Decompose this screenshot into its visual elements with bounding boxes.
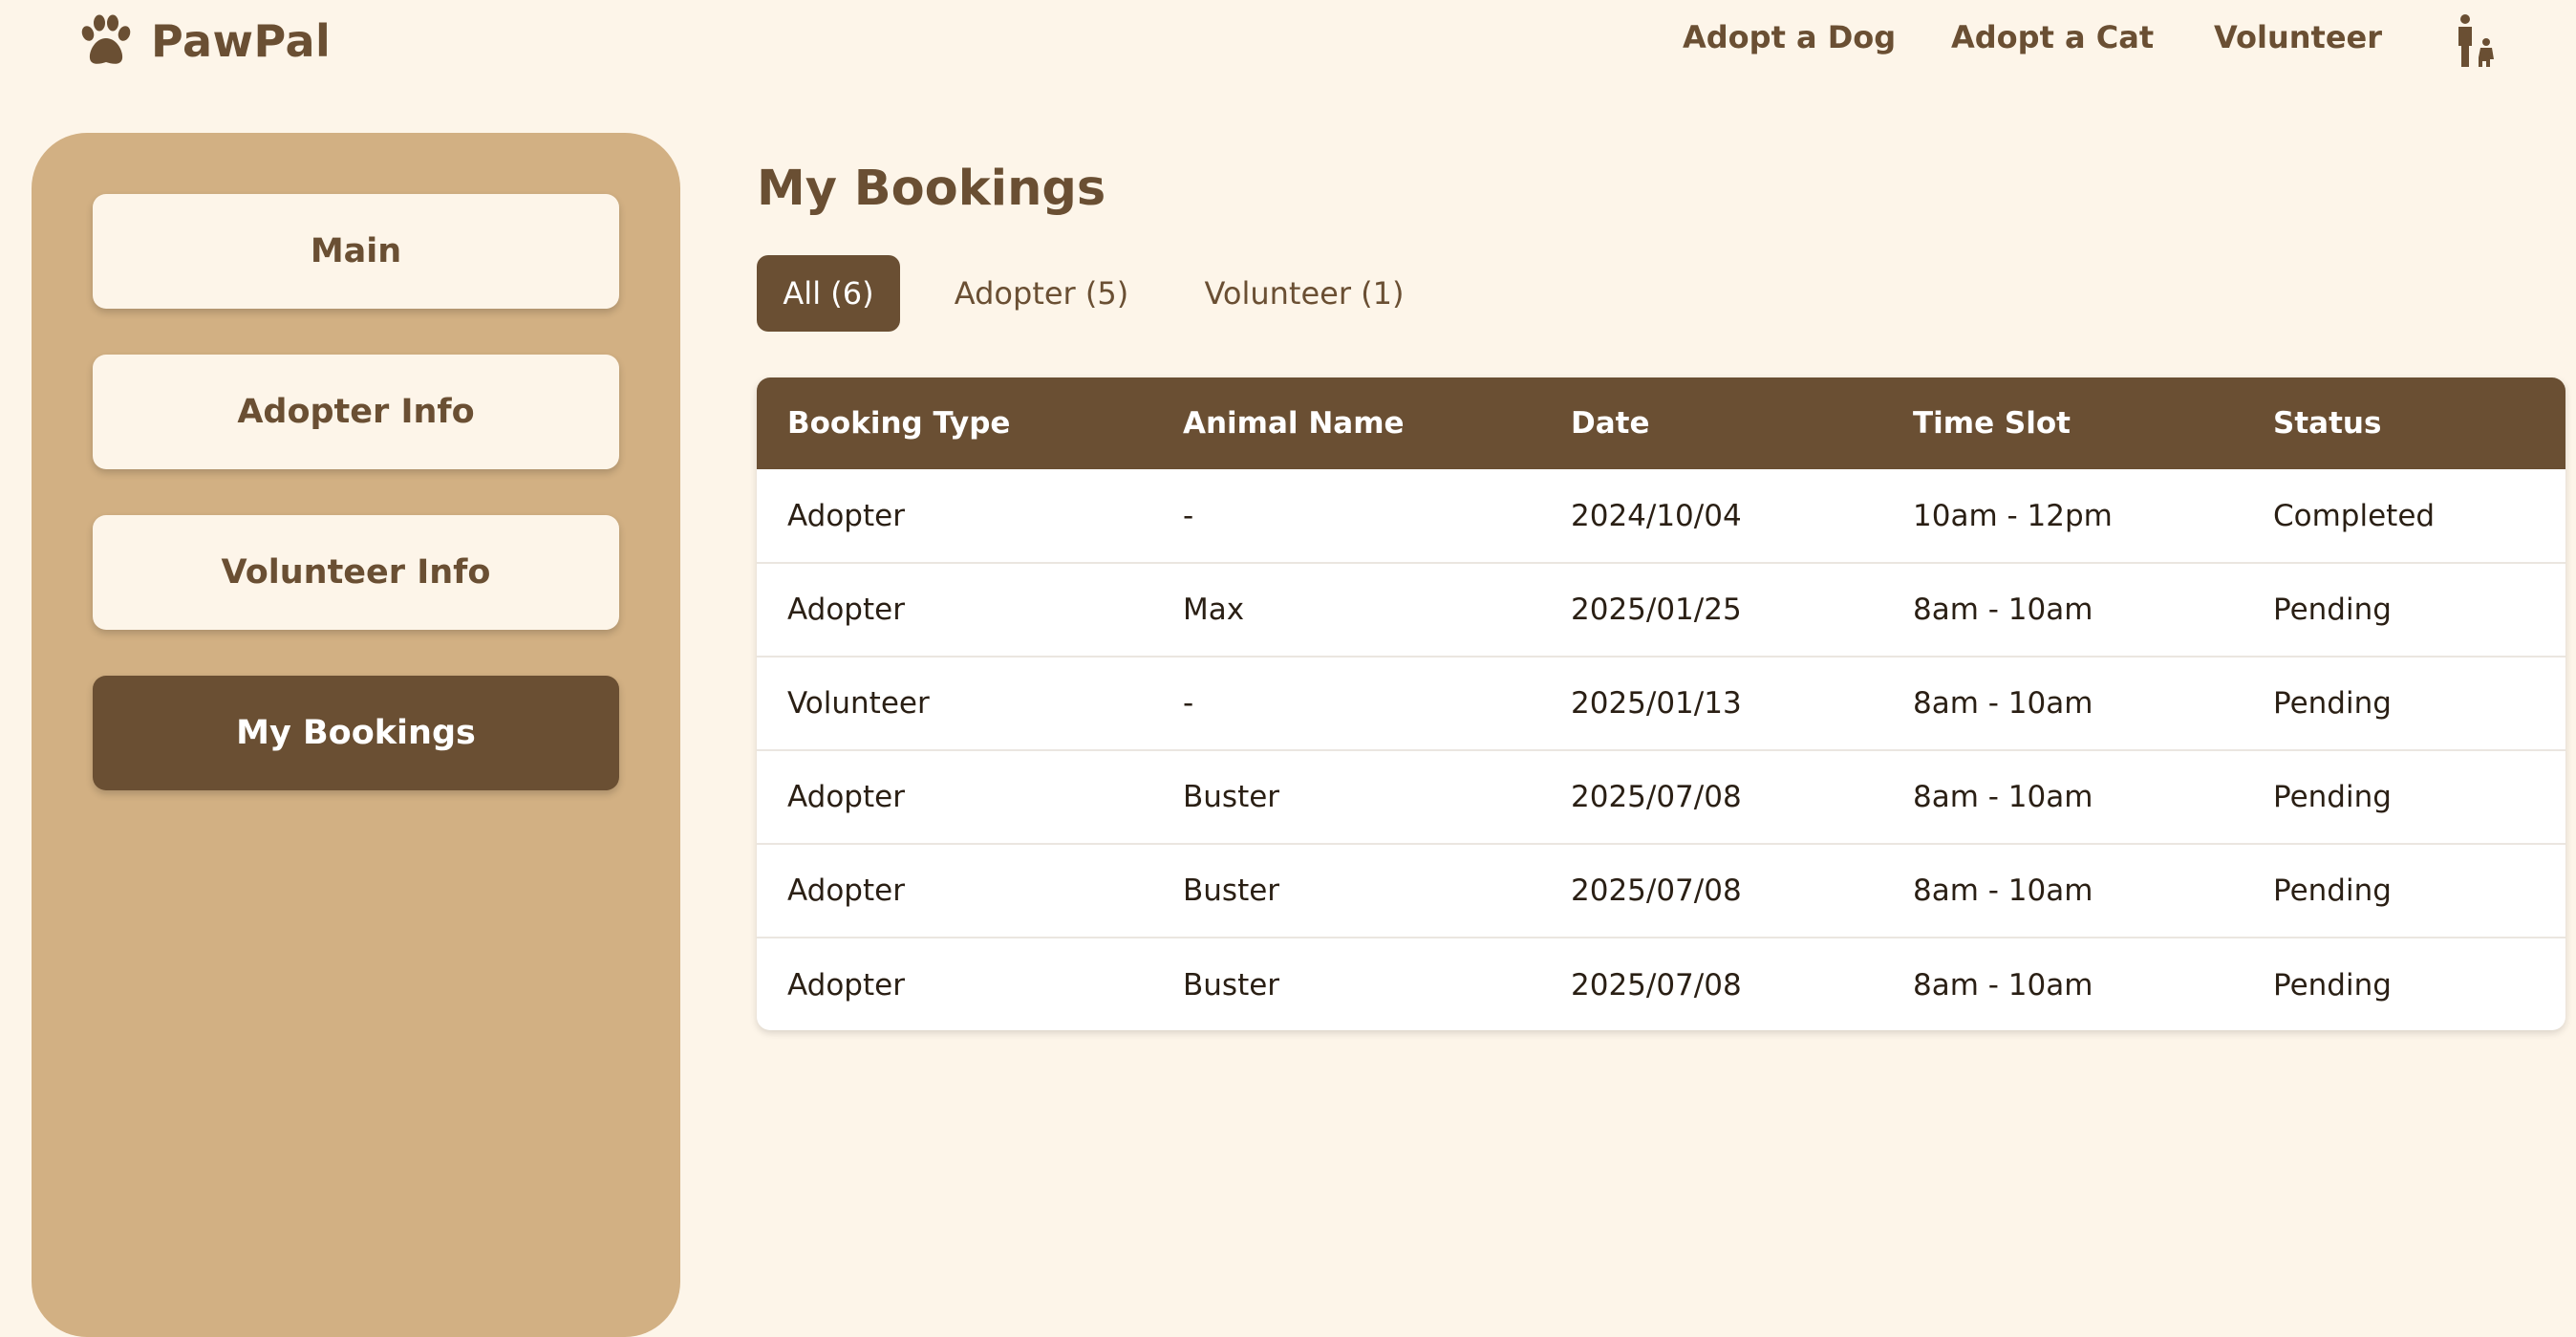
table-header-row: Booking Type Animal Name Date Time Slot … [757,377,2565,469]
cell-booking-type: Adopter [787,593,905,627]
cell-date: 2025/01/13 [1571,686,1742,721]
top-header: PawPal Adopt a Dog Adopt a Cat Volunteer [0,0,2576,82]
cell-time-slot: 8am - 10am [1913,593,2093,627]
table-row: Adopter Buster 2025/07/08 8am - 10am Pen… [757,750,2565,844]
cell-time-slot: 10am - 12pm [1913,498,2113,533]
paw-icon [81,14,131,64]
cell-status: Pending [2273,686,2392,721]
cell-date: 2025/01/25 [1571,593,1742,627]
cell-date: 2024/10/04 [1571,498,1742,533]
cell-animal-name: Max [1183,593,1245,627]
tab-volunteer[interactable]: Volunteer (1) [1194,255,1414,332]
cell-status: Pending [2273,593,2392,627]
cell-time-slot: 8am - 10am [1913,967,2093,1003]
cell-time-slot: 8am - 10am [1913,780,2093,814]
tab-adopter[interactable]: Adopter (5) [936,255,1147,332]
cell-booking-type: Adopter [787,780,905,814]
cell-animal-name: Buster [1183,780,1280,814]
cell-booking-type: Adopter [787,498,905,533]
table-row: Adopter - 2024/10/04 10am - 12pm Complet… [757,469,2565,563]
sidebar-item-volunteer-info[interactable]: Volunteer Info [93,515,619,630]
cell-animal-name: Buster [1183,967,1280,1003]
nav-adopt-cat[interactable]: Adopt a Cat [1951,19,2154,55]
table-row: Adopter Buster 2025/07/08 8am - 10am Pen… [757,844,2565,938]
table-row: Adopter Buster 2025/07/08 8am - 10am Pen… [757,938,2565,1030]
table-row: Volunteer - 2025/01/13 8am - 10am Pendin… [757,657,2565,750]
cell-animal-name: - [1183,686,1194,721]
cell-status: Pending [2273,967,2392,1003]
brand-logo-link[interactable]: PawPal [75,10,331,73]
sidebar: Main Adopter Info Volunteer Info My Book… [32,133,680,1337]
brand-name: PawPal [151,15,332,67]
sidebar-item-adopter-info[interactable]: Adopter Info [93,355,619,469]
bookings-table: Booking Type Animal Name Date Time Slot … [757,377,2565,1030]
nav-adopt-dog[interactable]: Adopt a Dog [1683,19,1896,55]
cell-date: 2025/07/08 [1571,873,1742,908]
column-header-booking-type: Booking Type [787,406,1011,441]
cell-animal-name: - [1183,498,1194,533]
nav-volunteer[interactable]: Volunteer [2214,19,2382,55]
cell-booking-type: Adopter [787,967,905,1003]
column-header-date: Date [1571,406,1650,441]
cell-booking-type: Adopter [787,873,905,908]
sidebar-item-my-bookings[interactable]: My Bookings [93,676,619,790]
sidebar-item-main[interactable]: Main [93,194,619,309]
cell-animal-name: Buster [1183,873,1280,908]
cell-date: 2025/07/08 [1571,967,1742,1003]
page-title: My Bookings [757,161,1106,217]
cell-time-slot: 8am - 10am [1913,686,2093,721]
cell-status: Completed [2273,498,2436,533]
cell-status: Pending [2273,780,2392,814]
column-header-animal-name: Animal Name [1183,406,1405,441]
cell-status: Pending [2273,873,2392,908]
column-header-time-slot: Time Slot [1913,406,2071,441]
cell-date: 2025/07/08 [1571,780,1742,814]
cell-time-slot: 8am - 10am [1913,873,2093,908]
table-row: Adopter Max 2025/01/25 8am - 10am Pendin… [757,563,2565,657]
column-header-status: Status [2273,406,2382,441]
tab-all[interactable]: All (6) [757,255,900,332]
cell-booking-type: Volunteer [787,686,930,721]
person-with-dog-icon[interactable] [2454,13,2496,69]
